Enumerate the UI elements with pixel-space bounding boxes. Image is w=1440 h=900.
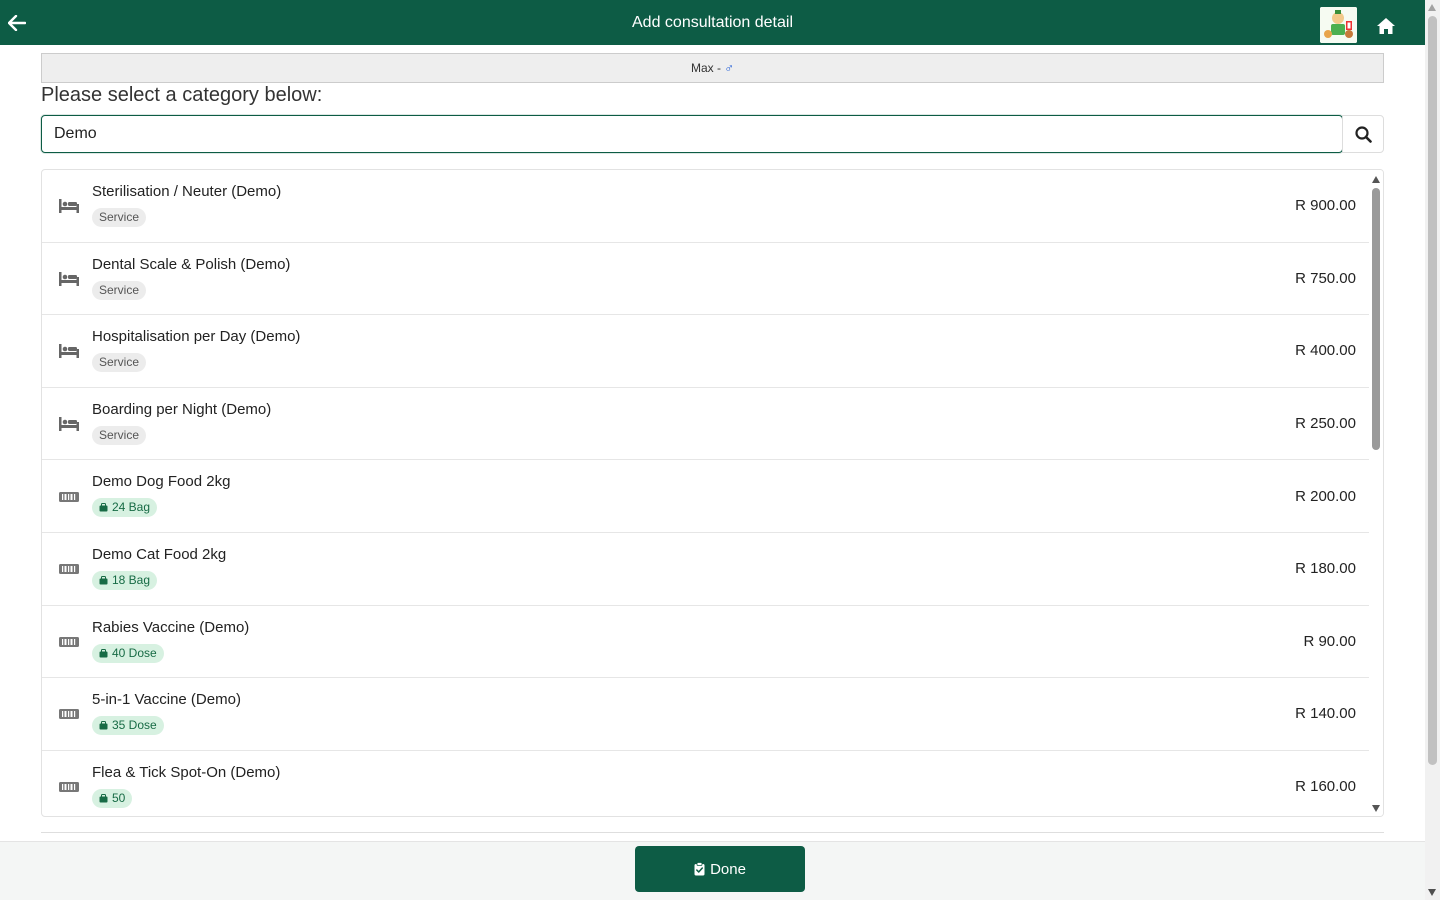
item-price: R 180.00 <box>1295 560 1356 578</box>
barcode-icon <box>58 779 80 795</box>
category-prompt: Please select a category below: <box>41 84 323 106</box>
search-button[interactable] <box>1342 115 1384 153</box>
list-scroll-thumb[interactable] <box>1372 188 1380 450</box>
item-name: Demo Dog Food 2kg <box>92 473 231 491</box>
home-icon <box>1377 18 1395 34</box>
search-input[interactable] <box>41 115 1343 153</box>
patient-bar: Max - ♂ <box>41 53 1384 83</box>
item-name: 5-in-1 Vaccine (Demo) <box>92 691 241 709</box>
item-name: Hospitalisation per Day (Demo) <box>92 328 301 346</box>
divider <box>41 832 1384 833</box>
briefcase-icon <box>99 500 112 514</box>
service-badge: Service <box>92 280 147 300</box>
patient-name: Max - <box>690 61 725 75</box>
list-scrollbar[interactable] <box>1369 170 1383 816</box>
done-button[interactable]: Done <box>635 846 805 892</box>
badge-label: Service <box>99 355 140 370</box>
briefcase-icon <box>99 718 112 732</box>
list-item[interactable]: Demo Dog Food 2kg 24 Bag R 200.00 <box>42 460 1369 533</box>
list-scroll-down-icon[interactable] <box>1372 805 1380 812</box>
list-scroll-up-icon[interactable] <box>1372 176 1380 183</box>
briefcase-icon <box>99 573 112 587</box>
list-item[interactable]: Hospitalisation per Day (Demo) Service R 4… <box>42 315 1369 388</box>
item-price: R 160.00 <box>1295 778 1356 796</box>
home-button[interactable] <box>1374 14 1398 38</box>
done-label: Done <box>710 860 746 878</box>
service-badge: Service <box>92 353 147 373</box>
list-item[interactable]: Dental Scale & Polish (Demo) Service R 750… <box>42 243 1369 316</box>
stock-badge: 35 Dose <box>92 716 164 736</box>
bed-icon <box>58 198 80 214</box>
list-item[interactable]: Flea & Tick Spot-On (Demo) 50 R 160.00 <box>42 751 1369 816</box>
item-name: Sterilisation / Neuter (Demo) <box>92 183 282 200</box>
service-badge: Service <box>92 425 147 445</box>
badge-label: Service <box>99 282 140 297</box>
item-price: R 200.00 <box>1295 487 1356 505</box>
badge-label: 50 <box>112 790 126 805</box>
badge-label: 18 Bag <box>112 573 151 587</box>
badge-label: 40 Dose <box>112 645 157 660</box>
badge-label: 24 Bag <box>112 500 151 515</box>
stock-badge: 18 Bag <box>92 571 158 590</box>
item-name: Rabies Vaccine (Demo) <box>92 618 250 636</box>
scroll-up-icon[interactable] <box>1428 4 1436 11</box>
page-scroll-thumb[interactable] <box>1428 16 1437 765</box>
stock-badge: 50 <box>92 788 133 808</box>
item-name: Boarding per Night (Demo) <box>92 400 272 418</box>
barcode-icon <box>58 561 80 577</box>
search-icon <box>1354 125 1372 143</box>
barcode-icon <box>58 634 80 650</box>
item-price: R 90.00 <box>1303 632 1356 650</box>
clipboard-check-icon <box>694 862 705 876</box>
list-item[interactable]: 5-in-1 Vaccine (Demo) 35 Dose R 140.00 <box>42 678 1369 751</box>
item-name: Demo Cat Food 2kg <box>92 546 227 563</box>
briefcase-icon <box>99 791 112 805</box>
list-item[interactable]: Sterilisation / Neuter (Demo) Service R 90… <box>42 170 1369 243</box>
list-item[interactable]: Boarding per Night (Demo) Service R 250.00 <box>42 388 1369 461</box>
stock-badge: 24 Bag <box>92 498 158 518</box>
item-price: R 250.00 <box>1295 415 1356 433</box>
briefcase-icon <box>99 646 112 660</box>
top-app-bar: Add consultation detail <box>0 0 1425 45</box>
stock-badge: 40 Dose <box>92 643 164 663</box>
barcode-icon <box>58 489 80 505</box>
bed-icon <box>58 416 80 432</box>
bed-icon <box>58 343 80 359</box>
item-name: Dental Scale & Polish (Demo) <box>92 255 291 273</box>
list-item[interactable]: Demo Cat Food 2kg 18 Bag R 180.00 <box>42 533 1369 606</box>
service-badge: Service <box>92 208 147 227</box>
page-title: Add consultation detail <box>632 14 793 31</box>
item-price: R 900.00 <box>1295 197 1356 215</box>
badge-label: Service <box>99 427 140 442</box>
item-price: R 140.00 <box>1295 705 1356 723</box>
bed-icon <box>58 271 80 287</box>
badge-label: Service <box>99 210 140 224</box>
badge-label: 35 Dose <box>112 718 157 733</box>
male-icon: ♂ <box>724 60 735 75</box>
item-price: R 750.00 <box>1295 269 1356 287</box>
barcode-icon <box>58 706 80 722</box>
page-scrollbar[interactable] <box>1425 0 1440 900</box>
item-name: Flea & Tick Spot-On (Demo) <box>92 763 281 781</box>
item-list: Sterilisation / Neuter (Demo) Service R 90… <box>41 169 1384 817</box>
list-item[interactable]: Rabies Vaccine (Demo) 40 Dose R 90.00 <box>42 606 1369 679</box>
clinic-logo <box>1320 7 1357 43</box>
scroll-down-icon[interactable] <box>1428 889 1436 896</box>
item-price: R 400.00 <box>1295 342 1356 360</box>
